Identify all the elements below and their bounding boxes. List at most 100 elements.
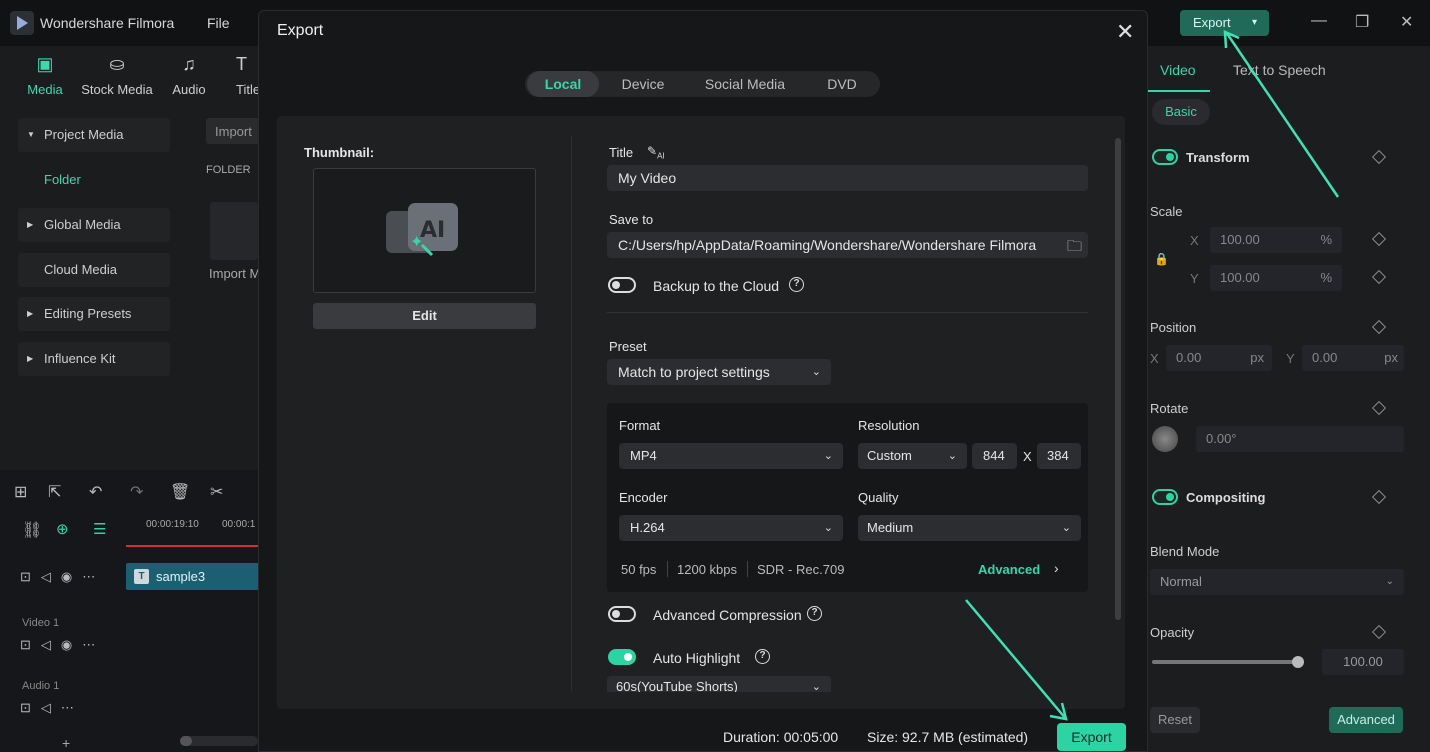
toolbar-audio[interactable]: ♫ Audio (159, 54, 219, 97)
opacity-slider-knob[interactable] (1292, 656, 1304, 668)
ai-pen-icon[interactable]: ✎AI (647, 144, 665, 160)
basic-tab[interactable]: Basic (1152, 99, 1210, 125)
track-icon[interactable]: ☰ (93, 520, 106, 538)
sidebar-item-folder[interactable]: Folder (18, 163, 170, 197)
sidebar-item-project-media[interactable]: ▼ Project Media (18, 118, 170, 152)
format-label: Format (619, 418, 661, 433)
resolution-label: Resolution (858, 418, 920, 433)
help-icon[interactable]: ? (807, 606, 822, 621)
sidebar-item-label: Folder (44, 172, 81, 187)
pos-y-input[interactable]: 0.00 px (1302, 345, 1404, 371)
select-tool-icon[interactable]: ⇱ (48, 482, 61, 502)
rotate-input[interactable]: 0.00° (1196, 426, 1404, 452)
close-icon[interactable]: ✕ (1116, 19, 1134, 45)
chevron-down-icon[interactable]: ▾ (1252, 10, 1257, 36)
import-media-label: Import M (209, 266, 258, 281)
tab-social-media[interactable]: Social Media (687, 71, 803, 97)
thumbnail-preview[interactable]: AI ✦ (313, 168, 536, 293)
export-button[interactable]: Export (1057, 723, 1126, 751)
media-icon: ▣ (36, 54, 54, 74)
tab-device[interactable]: Device (607, 71, 679, 97)
chevron-down-icon: ⌄ (823, 522, 833, 534)
redo-icon[interactable]: ↷ (130, 482, 143, 502)
top-export-button[interactable]: Export ▾ (1180, 10, 1269, 36)
tab-text-to-speech[interactable]: Text to Speech (1233, 62, 1326, 78)
add-track-icon[interactable]: + (62, 735, 70, 751)
resolution-select[interactable]: Custom ⌄ (858, 443, 967, 469)
svg-text:AI: AI (420, 218, 445, 243)
resolution-height-input[interactable]: 384 (1037, 443, 1081, 469)
caret-down-icon: ▼ (27, 130, 35, 139)
chevron-down-icon: ⌄ (823, 450, 833, 462)
opacity-slider[interactable] (1152, 656, 1304, 668)
close-window-icon[interactable]: ✕ (1400, 12, 1413, 32)
sidebar-item-global-media[interactable]: ▶ Global Media (18, 208, 170, 242)
timeline-clip[interactable]: Tsample3 (126, 563, 266, 590)
sidebar-item-editing-presets[interactable]: ▶ Editing Presets (18, 297, 170, 331)
track-controls-video[interactable]: ⊡◁◉⋯ (20, 637, 105, 653)
export-settings-body: Thumbnail: AI ✦ Edit Title ✎AI My Video … (277, 116, 1125, 709)
menu-file[interactable]: File (207, 15, 230, 31)
highlight-select-clip: 60s(YouTube Shorts) ⌄ (607, 676, 831, 692)
track-controls-audio[interactable]: ⊡◁⋯ (20, 700, 84, 716)
timeline-scrollbar[interactable] (180, 736, 258, 746)
sidebar-item-influence-kit[interactable]: ▶ Influence Kit (18, 342, 170, 376)
resolution-width-input[interactable]: 844 (972, 443, 1017, 469)
stock-media-icon: ⛀ (109, 54, 125, 74)
advanced-link[interactable]: Advanced (978, 562, 1040, 577)
pos-x-input[interactable]: 0.00 px (1166, 345, 1272, 371)
tab-video-underline (1148, 90, 1210, 92)
title-input[interactable]: My Video (607, 165, 1088, 191)
sidebar-item-cloud-media[interactable]: Cloud Media (18, 253, 170, 287)
lock-ratio-icon[interactable]: 🔒 (1154, 252, 1169, 266)
import-media-tile[interactable] (210, 202, 258, 260)
blend-mode-select[interactable]: Normal ⌄ (1150, 569, 1404, 595)
opacity-input[interactable]: 100.00 (1322, 649, 1404, 675)
toolbar-stock-media[interactable]: ⛀ Stock Media (78, 54, 156, 97)
import-button[interactable]: Import (206, 118, 266, 144)
delete-icon[interactable]: 🗑 (170, 482, 190, 502)
svg-text:✦: ✦ (410, 234, 423, 251)
settings-scrollbar[interactable] (1115, 138, 1121, 620)
advanced-button[interactable]: Advanced (1329, 707, 1403, 733)
tab-local[interactable]: Local (527, 71, 599, 97)
auto-highlight-toggle[interactable] (608, 649, 636, 665)
folder-icon[interactable]: 🗀 (1067, 236, 1082, 261)
toolbar-media[interactable]: ▣ Media (15, 54, 75, 97)
opacity-label: Opacity (1150, 625, 1195, 640)
format-select[interactable]: MP4 ⌄ (619, 443, 843, 469)
reset-button[interactable]: Reset (1150, 707, 1200, 733)
help-icon[interactable]: ? (755, 649, 770, 664)
divider (607, 312, 1088, 313)
scale-x-input[interactable]: 100.00% (1210, 227, 1342, 253)
cut-icon[interactable]: ✂ (210, 482, 223, 502)
unlink-icon[interactable]: ⛓ (22, 520, 42, 540)
scale-y-input[interactable]: 100.00% (1210, 265, 1342, 291)
dialog-title: Export (277, 22, 324, 39)
advanced-compression-toggle[interactable] (608, 606, 636, 622)
layout-icon[interactable]: ⊞ (14, 482, 27, 502)
toolbar-title[interactable]: T Title (226, 54, 258, 97)
save-to-input[interactable]: C:/Users/hp/AppData/Roaming/Wondershare/… (607, 232, 1088, 258)
chevron-right-icon[interactable]: › (1054, 560, 1059, 576)
track-controls-title[interactable]: ⊡◁◉⋯ (20, 569, 105, 585)
minimize-icon[interactable]: — (1311, 12, 1327, 30)
highlight-duration-select[interactable]: 60s(YouTube Shorts) ⌄ (607, 676, 831, 692)
backup-cloud-label: Backup to the Cloud (653, 278, 780, 294)
help-icon[interactable]: ? (789, 277, 804, 292)
link-icon[interactable]: ⊕ (56, 520, 69, 538)
rotate-dial[interactable] (1152, 426, 1178, 452)
pos-x-value: 0.00 (1176, 350, 1202, 365)
quality-select[interactable]: Medium ⌄ (858, 515, 1081, 541)
tab-video[interactable]: Video (1160, 62, 1196, 78)
edit-thumbnail-button[interactable]: Edit (313, 303, 536, 329)
restore-icon[interactable]: ❐ (1355, 12, 1369, 32)
backup-cloud-toggle[interactable] (608, 277, 636, 293)
preset-select[interactable]: Match to project settings ⌄ (607, 359, 831, 385)
transform-toggle[interactable] (1152, 149, 1178, 165)
undo-icon[interactable]: ↶ (89, 482, 102, 502)
compositing-toggle[interactable] (1152, 489, 1178, 505)
clip-label: sample3 (156, 569, 206, 584)
encoder-select[interactable]: H.264 ⌄ (619, 515, 843, 541)
tab-dvd[interactable]: DVD (809, 71, 875, 97)
